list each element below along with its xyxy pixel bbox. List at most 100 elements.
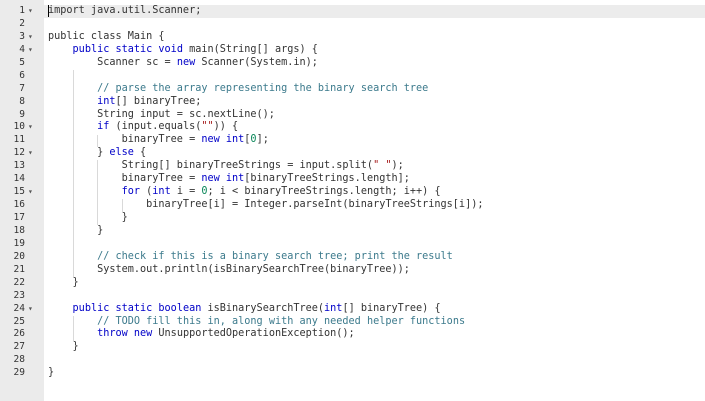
line-number: 8 — [19, 95, 25, 107]
code-line[interactable]: 2 — [0, 18, 705, 31]
code-line[interactable]: 27 } — [0, 341, 705, 354]
indent-guide — [97, 134, 99, 148]
code-token: binaryTree[i] = Integer.parseInt(binaryT… — [48, 199, 484, 211]
code-token: int — [97, 95, 116, 107]
code-line[interactable]: 5 Scanner sc = new Scanner(System.in); — [0, 57, 705, 70]
code-line[interactable]: 11 binaryTree = new int[0]; — [0, 134, 705, 147]
line-number: 28 — [13, 354, 25, 366]
line-number: 10 — [13, 121, 25, 133]
code-text: } — [48, 225, 103, 238]
code-line[interactable]: 12 ▾ } else { — [0, 147, 705, 160]
code-token: UnsupportedOperationException(); — [152, 328, 355, 340]
code-text: binaryTree = new int[binaryTreeStrings.l… — [48, 173, 410, 186]
code-token: throw new — [97, 328, 153, 340]
fold-toggle-icon[interactable]: ▾ — [28, 303, 38, 316]
fold-toggle-icon[interactable]: ▾ — [28, 121, 38, 134]
line-number: 16 — [13, 199, 25, 211]
code-token: ]; — [256, 134, 269, 146]
fold-toggle-icon[interactable]: ▾ — [28, 186, 38, 199]
code-line[interactable]: 16 binaryTree[i] = Integer.parseInt(bina… — [0, 199, 705, 212]
code-token: isBinarySearchTree( — [201, 302, 325, 314]
line-number: 29 — [13, 367, 25, 379]
code-text: import java.util.Scanner; — [48, 5, 201, 18]
line-number: 6 — [19, 69, 25, 81]
code-text: binaryTree[i] = Integer.parseInt(binaryT… — [48, 199, 483, 212]
code-text: } — [48, 277, 79, 290]
code-line[interactable]: 28 — [0, 354, 705, 367]
indent-guide — [97, 160, 99, 226]
line-number: 12 — [13, 147, 25, 159]
code-token: { — [133, 147, 147, 159]
code-line[interactable]: 25 // TODO fill this in, along with any … — [0, 316, 705, 329]
code-line[interactable]: 18 } — [0, 225, 705, 238]
code-token: ( — [140, 186, 153, 198]
code-token: // check if this is a binary search tree… — [97, 250, 453, 262]
line-number: 23 — [13, 289, 25, 301]
code-text: // TODO fill this in, along with any nee… — [48, 316, 465, 329]
code-text: binaryTree = new int[0]; — [48, 134, 269, 147]
code-line[interactable]: 13 String[] binaryTreeStrings = input.sp… — [0, 160, 705, 173]
code-line[interactable]: 21 System.out.println(isBinarySearchTree… — [0, 264, 705, 277]
code-line[interactable]: 4 ▾ public static void main(String[] args… — [0, 44, 705, 57]
code-line[interactable]: 17 } — [0, 212, 705, 225]
indent-guide — [72, 69, 74, 277]
code-token: new int — [201, 173, 245, 185]
line-number: 15 — [13, 186, 25, 198]
fold-toggle-icon[interactable]: ▾ — [28, 147, 38, 160]
code-line[interactable]: 20 // check if this is a binary search t… — [0, 251, 705, 264]
code-line[interactable]: 19 — [0, 238, 705, 251]
line-number: 7 — [19, 82, 25, 94]
line-number: 4 — [19, 43, 25, 55]
code-editor[interactable]: 1 ▾ import java.util.Scanner; 2 3 ▾ public cla… — [0, 0, 705, 401]
code-text: String input = sc.nextLine(); — [48, 109, 275, 122]
code-line[interactable]: 29} — [0, 367, 705, 380]
fold-toggle-icon[interactable]: ▾ — [28, 5, 38, 18]
code-line[interactable]: 6 — [0, 70, 705, 83]
code-text: Scanner sc = new Scanner(System.in); — [48, 57, 318, 70]
code-line[interactable]: 7 // parse the array representing the bi… — [0, 83, 705, 96]
code-line[interactable]: 3 ▾ public class Main { — [0, 31, 705, 44]
code-token: } — [48, 276, 79, 288]
text-cursor — [48, 5, 49, 17]
line-number: 18 — [13, 224, 25, 236]
line-number: 1 — [19, 5, 25, 16]
code-token: new int — [201, 134, 245, 146]
line-number: 3 — [19, 30, 25, 42]
code-text: } — [48, 367, 54, 380]
code-token: } — [48, 367, 55, 379]
code-lines[interactable]: 1 ▾ import java.util.Scanner; 2 3 ▾ public cla… — [0, 5, 705, 380]
code-line[interactable]: 15 ▾ for (int i = 0; i < binaryTreeString… — [0, 186, 705, 199]
line-number: 26 — [13, 328, 25, 340]
fold-toggle-icon[interactable]: ▾ — [28, 31, 38, 44]
code-token: else — [109, 147, 134, 159]
code-text: public static void main(String[] args) { — [48, 44, 318, 57]
code-line[interactable]: 9 String input = sc.nextLine(); — [0, 109, 705, 122]
code-token: int — [152, 186, 171, 198]
code-line[interactable]: 23 — [0, 290, 705, 303]
code-line[interactable]: 14 binaryTree = new int[binaryTreeString… — [0, 173, 705, 186]
code-token: main(String[] args) { — [182, 43, 318, 55]
code-text: String[] binaryTreeStrings = input.split… — [48, 160, 404, 173]
code-line[interactable]: 8 int[] binaryTree; — [0, 96, 705, 109]
code-text: if (input.equals("")) { — [48, 121, 238, 134]
fold-toggle-icon[interactable]: ▾ — [28, 44, 38, 57]
code-token: Scanner(System.in); — [195, 56, 318, 68]
code-token: for — [121, 186, 141, 198]
code-token: if — [97, 121, 110, 133]
code-text: System.out.println(isBinarySearchTree(bi… — [48, 264, 410, 277]
code-token: public static boolean — [72, 302, 202, 314]
code-line[interactable]: 10 ▾ if (input.equals("")) { — [0, 121, 705, 134]
code-text: public class Main { — [48, 31, 165, 44]
code-line[interactable]: 26 throw new UnsupportedOperationExcepti… — [0, 328, 705, 341]
code-line[interactable]: 22 } — [0, 277, 705, 290]
code-text: for (int i = 0; i < binaryTreeStrings.le… — [48, 186, 441, 199]
code-token: import java.util.Scanner; — [48, 5, 202, 16]
line-number: 13 — [13, 160, 25, 172]
code-line[interactable]: 24 ▾ public static boolean isBinarySearch… — [0, 303, 705, 316]
line-number: 25 — [13, 315, 25, 327]
code-line[interactable]: 1 ▾ import java.util.Scanner; — [0, 5, 705, 18]
code-token: // parse the array representing the bina… — [97, 82, 429, 94]
code-token: " " — [373, 160, 392, 172]
